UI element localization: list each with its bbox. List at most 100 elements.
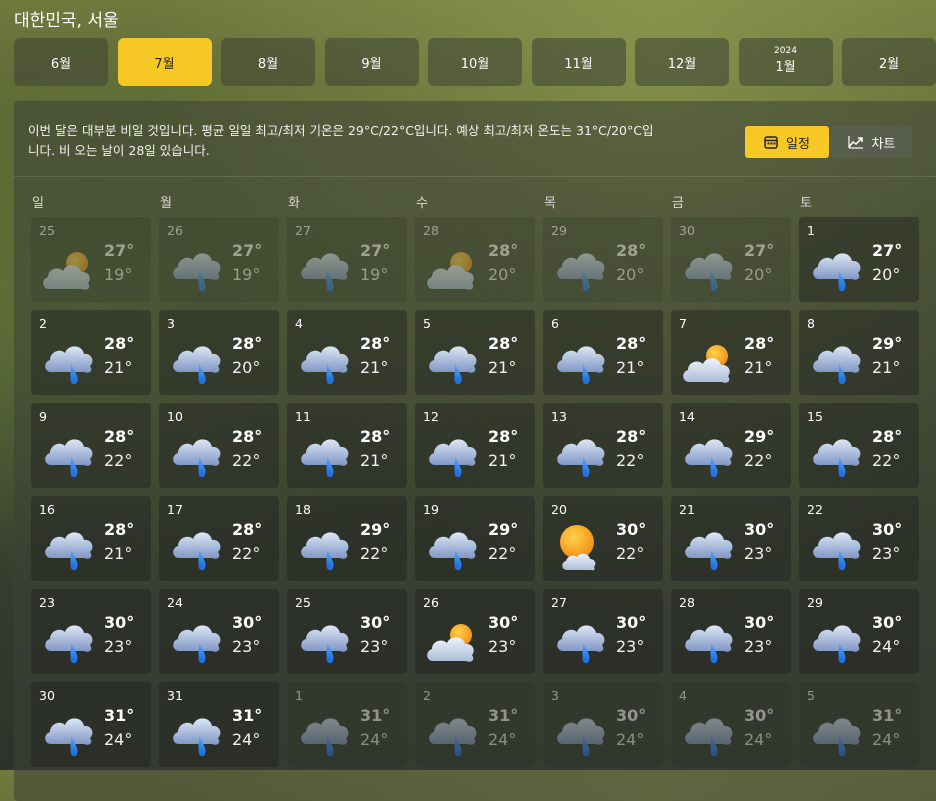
day-number: 5 <box>807 688 815 703</box>
high-temp: 29° <box>744 427 775 446</box>
month-tab-label: 6월 <box>50 56 72 72</box>
low-temp: 21° <box>744 358 773 377</box>
rain-icon <box>173 439 221 478</box>
day-number: 21 <box>679 502 695 517</box>
day-cell[interactable]: 18 29° 22° <box>287 496 407 581</box>
day-cell[interactable]: 29 30° 24° <box>799 589 919 674</box>
rain-icon <box>557 718 605 757</box>
month-tab-label: 8월 <box>257 56 279 72</box>
day-number: 22 <box>807 502 823 517</box>
day-cell[interactable]: 3 30° 24° <box>543 682 663 767</box>
day-cell[interactable]: 19 29° 22° <box>415 496 535 581</box>
day-cell[interactable]: 3 28° 20° <box>159 310 279 395</box>
rain-icon <box>173 532 221 571</box>
day-cell[interactable]: 29 28° 20° <box>543 217 663 302</box>
day-cell[interactable]: 4 28° 21° <box>287 310 407 395</box>
day-cell[interactable]: 30 31° 24° <box>31 682 151 767</box>
rain-icon <box>173 718 221 757</box>
day-cell[interactable]: 11 28° 21° <box>287 403 407 488</box>
high-temp: 28° <box>232 427 263 446</box>
day-number: 25 <box>39 223 55 238</box>
day-cell[interactable]: 21 30° 23° <box>671 496 791 581</box>
low-temp: 21° <box>488 451 517 470</box>
high-temp: 29° <box>360 520 391 539</box>
day-cell[interactable]: 26 30° 23° <box>415 589 535 674</box>
day-cell[interactable]: 27 30° 23° <box>543 589 663 674</box>
day-cell[interactable]: 17 28° 22° <box>159 496 279 581</box>
high-temp: 31° <box>104 706 135 725</box>
low-temp: 22° <box>872 451 901 470</box>
month-tab[interactable]: 10월 <box>428 38 522 86</box>
day-cell[interactable]: 24 30° 23° <box>159 589 279 674</box>
calendar-panel: 이번 달은 대부분 비일 것입니다. 평균 일일 최고/최저 기온은 29°C/… <box>14 101 936 801</box>
day-cell[interactable]: 9 28° 22° <box>31 403 151 488</box>
day-cell[interactable]: 2 28° 21° <box>31 310 151 395</box>
day-cell[interactable]: 4 30° 24° <box>671 682 791 767</box>
rain-icon <box>173 346 221 385</box>
month-tab[interactable]: 12월 <box>635 38 729 86</box>
low-temp: 23° <box>744 544 773 563</box>
month-tab[interactable]: 2024 1월 <box>738 38 833 86</box>
low-temp: 21° <box>872 358 901 377</box>
day-cell[interactable]: 13 28° 22° <box>543 403 663 488</box>
day-cell[interactable]: 1 31° 24° <box>287 682 407 767</box>
low-temp: 24° <box>616 730 645 749</box>
chart-label: 차트 <box>871 136 896 152</box>
day-number: 19 <box>423 502 439 517</box>
day-number: 3 <box>551 688 559 703</box>
day-cell[interactable]: 23 30° 23° <box>31 589 151 674</box>
day-cell[interactable]: 7 28° 21° <box>671 310 791 395</box>
day-number: 6 <box>551 316 559 331</box>
month-tab-year: 2024 <box>774 45 797 56</box>
high-temp: 30° <box>232 613 263 632</box>
day-number: 8 <box>807 316 815 331</box>
day-number: 4 <box>295 316 303 331</box>
day-cell[interactable]: 16 28° 21° <box>31 496 151 581</box>
low-temp: 23° <box>488 637 517 656</box>
day-cell[interactable]: 20 30° 22° <box>543 496 663 581</box>
month-tab[interactable]: 7월 <box>117 38 212 86</box>
month-tab[interactable]: 9월 <box>324 38 419 86</box>
day-cell[interactable]: 22 30° 23° <box>799 496 919 581</box>
low-temp: 20° <box>744 265 773 284</box>
rain-icon <box>301 625 349 664</box>
calendar-icon <box>764 136 778 149</box>
high-temp: 28° <box>872 427 903 446</box>
day-cell[interactable]: 5 28° 21° <box>415 310 535 395</box>
day-cell[interactable]: 2 31° 24° <box>415 682 535 767</box>
high-temp: 30° <box>616 706 647 725</box>
month-tab[interactable]: 2월 <box>842 38 936 86</box>
day-number: 29 <box>551 223 567 238</box>
day-cell[interactable]: 30 27° 20° <box>671 217 791 302</box>
day-cell[interactable]: 28 28° 20° <box>415 217 535 302</box>
rain-icon <box>813 253 861 292</box>
day-cell[interactable]: 25 27° 19° <box>31 217 151 302</box>
high-temp: 28° <box>232 520 263 539</box>
month-tab[interactable]: 6월 <box>14 38 108 86</box>
day-cell[interactable]: 27 27° 19° <box>287 217 407 302</box>
high-temp: 28° <box>488 334 519 353</box>
month-tab[interactable]: 8월 <box>221 38 315 86</box>
day-cell[interactable]: 5 31° 24° <box>799 682 919 767</box>
day-cell[interactable]: 8 29° 21° <box>799 310 919 395</box>
low-temp: 22° <box>360 544 389 563</box>
schedule-view-button[interactable]: 일정 <box>745 126 829 158</box>
day-cell[interactable]: 12 28° 21° <box>415 403 535 488</box>
day-cell[interactable]: 26 27° 19° <box>159 217 279 302</box>
day-cell[interactable]: 14 29° 22° <box>671 403 791 488</box>
day-cell[interactable]: 28 30° 23° <box>671 589 791 674</box>
day-cell[interactable]: 1 27° 20° <box>799 217 919 302</box>
high-temp: 31° <box>488 706 519 725</box>
high-temp: 27° <box>232 241 263 260</box>
day-cell[interactable]: 6 28° 21° <box>543 310 663 395</box>
low-temp: 24° <box>104 730 133 749</box>
day-cell[interactable]: 25 30° 23° <box>287 589 407 674</box>
high-temp: 28° <box>232 334 263 353</box>
month-tab[interactable]: 11월 <box>531 38 626 86</box>
day-cell[interactable]: 31 31° 24° <box>159 682 279 767</box>
day-cell[interactable]: 10 28° 22° <box>159 403 279 488</box>
day-cell[interactable]: 15 28° 22° <box>799 403 919 488</box>
low-temp: 22° <box>232 451 261 470</box>
day-number: 23 <box>39 595 55 610</box>
chart-view-button[interactable]: 차트 <box>831 126 912 158</box>
